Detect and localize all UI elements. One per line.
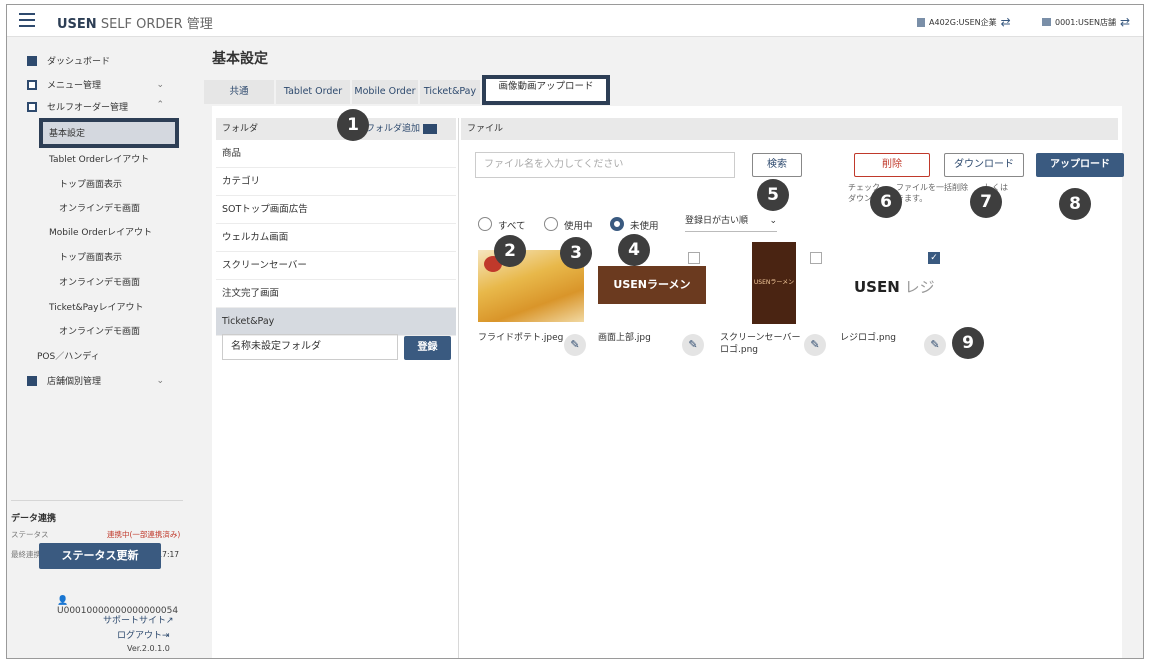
- main-content: 基本設定 共通 Tablet Order Mobile Order Ticket…: [190, 38, 1143, 658]
- file-checkbox[interactable]: [810, 252, 822, 264]
- sidebar-item-tablet-layout[interactable]: Tablet Orderレイアウト: [7, 152, 190, 165]
- callout-badge-3: 3: [560, 237, 592, 269]
- swap-icon[interactable]: ⇄: [1001, 15, 1011, 29]
- swap-icon[interactable]: ⇄: [1120, 15, 1130, 29]
- sidebar-item-mobile-top[interactable]: トップ画面表示: [7, 250, 190, 263]
- version-text: Ver.2.0.1.0: [127, 644, 170, 653]
- tab-tablet-order[interactable]: Tablet Order: [276, 80, 350, 104]
- delete-button[interactable]: 削除: [854, 153, 930, 177]
- file-checkbox[interactable]: [688, 252, 700, 264]
- sidebar-item-dashboard[interactable]: ダッシュボード: [7, 54, 190, 67]
- divider: [458, 118, 459, 658]
- search-button[interactable]: 検索: [752, 153, 802, 177]
- file-name: 画面上部.jpg: [598, 333, 651, 343]
- callout-badge-6: 6: [870, 186, 902, 218]
- filter-in-use-radio[interactable]: [544, 217, 558, 231]
- edit-pencil-icon[interactable]: ✎: [682, 334, 704, 356]
- status-update-button[interactable]: ステータス更新: [39, 543, 161, 569]
- callout-badge-4: 4: [618, 234, 650, 266]
- logout-icon: ⇥: [162, 631, 170, 641]
- file-search-input[interactable]: ファイル名を入力してください: [475, 152, 735, 178]
- tab-media-upload[interactable]: 画像動画アップロード: [482, 75, 610, 105]
- new-folder-input[interactable]: 名称未設定フォルダ: [222, 334, 398, 360]
- sidebar: ダッシュボード メニュー管理 ⌄ セルフオーダー管理 ⌃ 基本設定 Tablet…: [7, 38, 190, 658]
- chevron-down-icon[interactable]: ⌄: [156, 80, 164, 90]
- logout-link[interactable]: ログアウト⇥: [117, 628, 170, 641]
- folder-add-link[interactable]: フォルダ追加: [366, 118, 437, 140]
- chevron-down-icon: ⌄: [769, 216, 777, 226]
- sort-select[interactable]: 登録日が古い順 ⌄: [685, 210, 777, 232]
- menu-icon[interactable]: [19, 13, 35, 27]
- file-header: ファイル: [461, 118, 1118, 140]
- callout-badge-2: 2: [494, 235, 526, 267]
- user-icon: 👤: [57, 596, 69, 606]
- sidebar-item-tablet-top[interactable]: トップ画面表示: [7, 177, 190, 190]
- header-image-thumbnail[interactable]: USENラーメン: [598, 266, 706, 304]
- folder-item[interactable]: SOTトップ画面広告: [216, 196, 456, 224]
- register-button[interactable]: 登録: [404, 336, 451, 360]
- store-icon: [1042, 18, 1051, 26]
- filter-in-use-label: 使用中: [564, 221, 593, 232]
- edit-pencil-icon[interactable]: ✎: [804, 334, 826, 356]
- upload-button[interactable]: アップロード: [1036, 153, 1124, 177]
- sync-title: データ連携: [11, 514, 57, 524]
- sidebar-item-ticketpay-demo[interactable]: オンラインデモ画面: [7, 324, 190, 337]
- file-name: レジロゴ.png: [840, 333, 896, 343]
- tab-ticketpay[interactable]: Ticket&Pay: [420, 80, 480, 104]
- status-label: ステータス: [11, 530, 49, 539]
- callout-badge-1: 1: [337, 109, 369, 141]
- callout-badge-8: 8: [1059, 188, 1091, 220]
- edit-pencil-icon[interactable]: ✎: [564, 334, 586, 356]
- filter-all-label: すべて: [498, 221, 526, 232]
- company-switcher[interactable]: A402G:USEN企業 ⇄: [917, 15, 1011, 29]
- register-logo-thumbnail[interactable]: USEN レジ: [854, 276, 942, 298]
- chevron-up-icon[interactable]: ⌃: [156, 100, 164, 110]
- page-title: 基本設定: [212, 51, 268, 67]
- app-frame: USEN SELF ORDER 管理 A402G:USEN企業 ⇄ 0001:U…: [6, 4, 1144, 659]
- folder-item[interactable]: 注文完了画面: [216, 280, 456, 308]
- filter-unused-label: 未使用: [630, 221, 659, 232]
- data-sync-panel: データ連携 ステータス 連携中(一部連携済み) 最終連携日時 2026年01月0…: [11, 500, 183, 559]
- edit-pencil-icon[interactable]: ✎: [924, 334, 946, 356]
- download-button[interactable]: ダウンロード: [944, 153, 1024, 177]
- top-bar: USEN SELF ORDER 管理 A402G:USEN企業 ⇄ 0001:U…: [7, 5, 1143, 37]
- callout-badge-9: 9: [952, 327, 984, 359]
- file-checkbox-checked[interactable]: ✓: [928, 252, 940, 264]
- tab-common[interactable]: 共通: [204, 80, 274, 104]
- folder-item[interactable]: ウェルカム画面: [216, 224, 456, 252]
- store-switcher[interactable]: 0001:USEN店舗 ⇄: [1042, 15, 1130, 29]
- filter-unused-radio[interactable]: [610, 217, 624, 231]
- folder-item[interactable]: 商品: [216, 140, 456, 168]
- folder-item[interactable]: スクリーンセーバー: [216, 252, 456, 280]
- sidebar-item-mobile-layout[interactable]: Mobile Orderレイアウト: [7, 225, 190, 238]
- sidebar-item-pos[interactable]: POS／ハンディ: [7, 349, 190, 362]
- folder-item-selected[interactable]: Ticket&Pay: [216, 308, 456, 336]
- file-name: スクリーンセーバー ロゴ.png: [720, 333, 801, 355]
- folder-item[interactable]: カテゴリ: [216, 168, 456, 196]
- status-value: 連携中(一部連携済み): [107, 530, 181, 539]
- sidebar-item-mobile-demo[interactable]: オンラインデモ画面: [7, 275, 190, 288]
- tab-mobile-order[interactable]: Mobile Order: [352, 80, 418, 104]
- sidebar-item-basic-settings[interactable]: 基本設定: [7, 126, 190, 139]
- sidebar-item-tablet-demo[interactable]: オンラインデモ画面: [7, 201, 190, 214]
- support-link[interactable]: サポートサイト↗: [103, 613, 174, 626]
- app-title: USEN SELF ORDER 管理: [57, 17, 213, 32]
- folder-header: フォルダ フォルダ追加: [216, 118, 456, 140]
- building-icon: [917, 17, 925, 27]
- external-link-icon: ↗: [166, 616, 174, 626]
- filter-all-radio[interactable]: [478, 217, 492, 231]
- chevron-down-icon[interactable]: ⌄: [156, 376, 164, 386]
- folder-add-icon[interactable]: [422, 123, 437, 134]
- file-name: フライドポテト.jpeg: [478, 333, 564, 343]
- screensaver-logo-thumbnail[interactable]: USENラーメン: [752, 242, 796, 324]
- sidebar-item-ticketpay-layout[interactable]: Ticket&Payレイアウト: [7, 300, 190, 313]
- callout-badge-5: 5: [757, 179, 789, 211]
- callout-badge-7: 7: [970, 186, 1002, 218]
